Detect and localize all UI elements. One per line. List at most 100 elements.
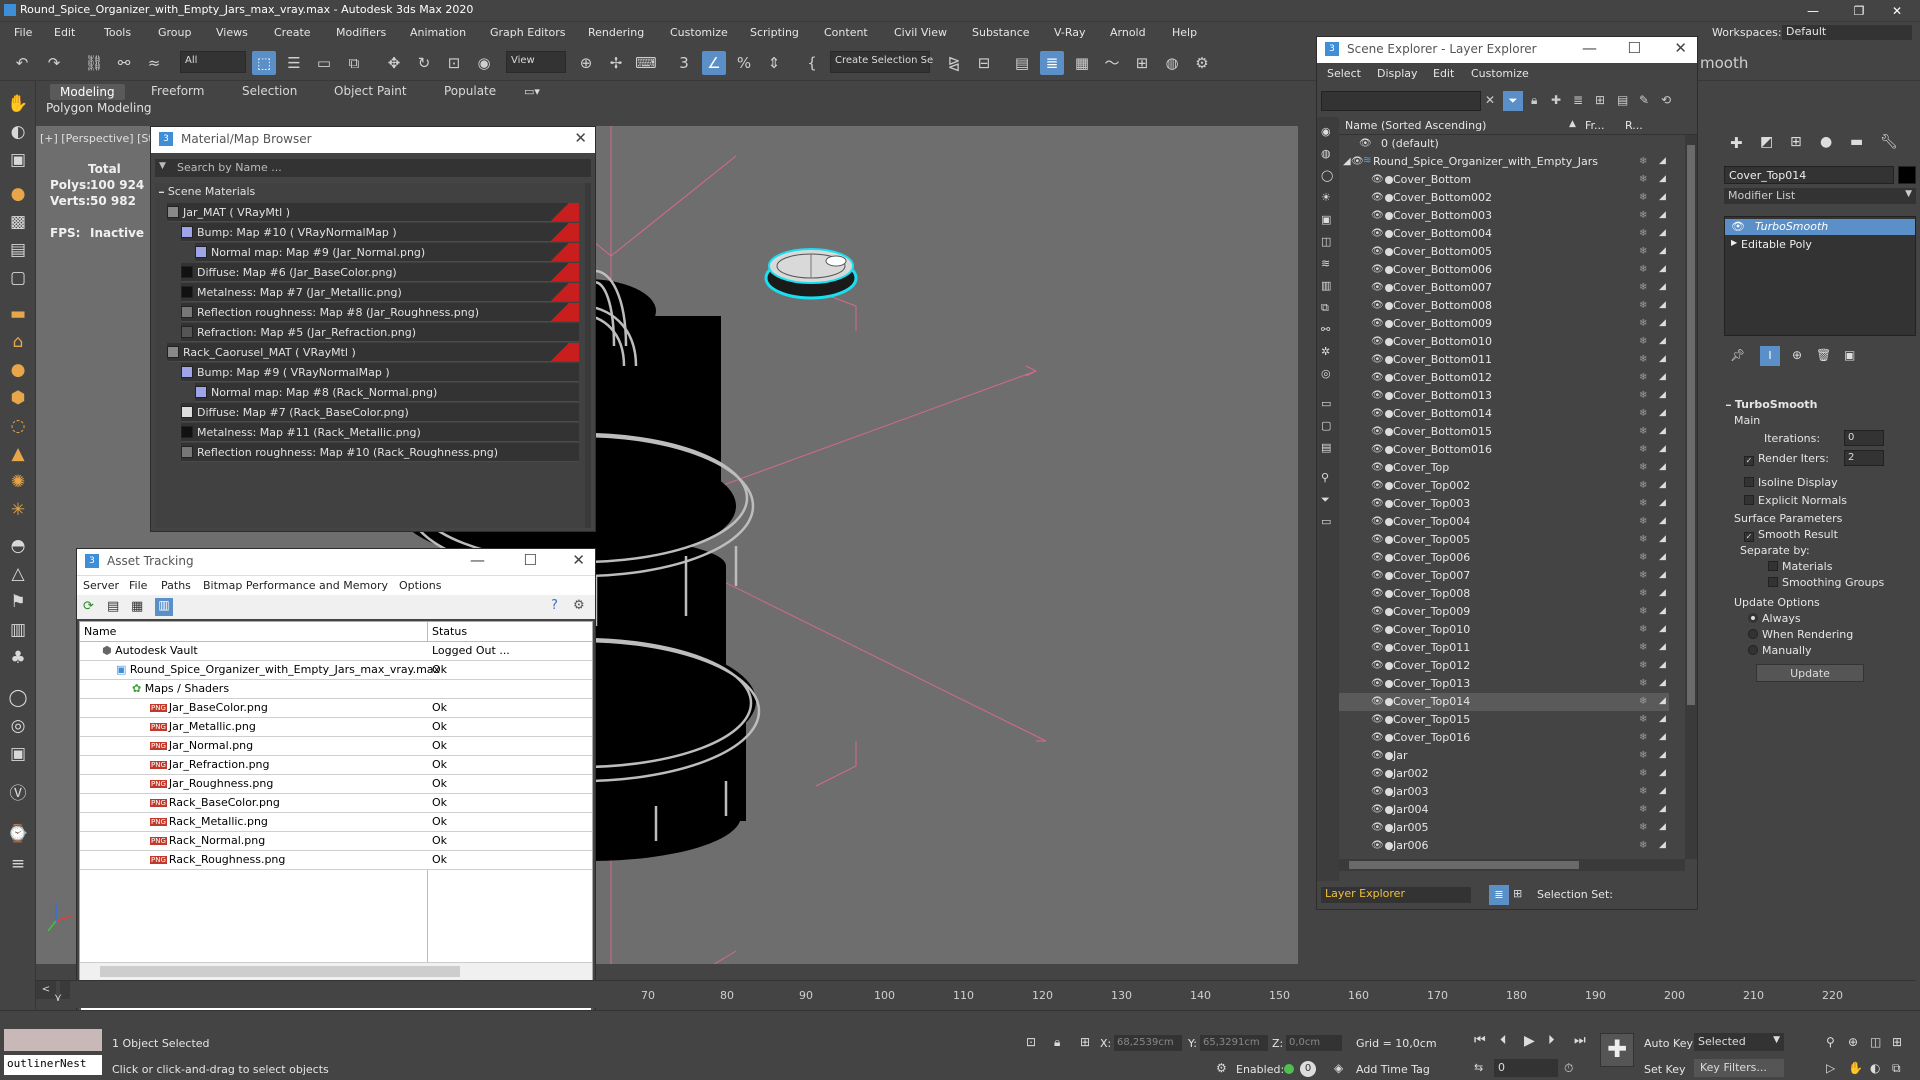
layer-explorer-dropdown[interactable]: Layer Explorer (1321, 887, 1471, 903)
tab-freeform[interactable]: Freeform (151, 84, 204, 98)
close-icon[interactable]: ✕ (1674, 39, 1687, 57)
explicit-normals-checkbox[interactable] (1744, 495, 1754, 505)
close-icon[interactable]: ✕ (574, 129, 587, 147)
minimize-icon[interactable]: — (1582, 39, 1597, 57)
freeze-icon[interactable]: ❄ (1639, 498, 1647, 509)
freeze-icon[interactable]: ❄ (1639, 462, 1647, 473)
renderable-icon[interactable]: ◢ (1659, 822, 1666, 832)
scene-tree-row[interactable]: 👁︎ Cover_Top004 ❄ ◢ (1339, 513, 1669, 531)
list-view-icon[interactable]: ▤ (107, 599, 119, 614)
freeze-icon[interactable]: ❄ (1639, 246, 1647, 257)
renderable-icon[interactable]: ◢ (1659, 678, 1666, 688)
visibility-eye-icon[interactable]: 👁︎ (1371, 552, 1384, 563)
visibility-eye-icon[interactable]: 👁︎ (1371, 534, 1384, 545)
asset-menu-paths[interactable]: Paths (161, 579, 191, 592)
snaps-toggle-icon[interactable]: 3 (672, 51, 696, 75)
asset-menu-bitmap[interactable]: Bitmap Performance and Memory (203, 579, 388, 592)
funnel-icon[interactable]: ⏷ (1321, 493, 1330, 507)
freeze-icon[interactable]: ❄ (1639, 714, 1647, 725)
renderable-icon[interactable]: ◢ (1659, 480, 1666, 490)
renderable-icon[interactable]: ◢ (1659, 588, 1666, 598)
freeze-icon[interactable]: ❄ (1639, 192, 1647, 203)
orbit-icon[interactable]: ◐ (5, 119, 31, 145)
box-icon[interactable]: ⌂ (5, 329, 31, 355)
light-icon[interactable]: ● (5, 181, 31, 207)
folder-icon[interactable]: ▭ (1321, 515, 1331, 528)
timeline-left-arrow[interactable]: < (36, 981, 56, 999)
visibility-eye-icon[interactable]: 👁︎ (1371, 480, 1384, 491)
visibility-eye-icon[interactable]: 👁︎ (1371, 336, 1384, 347)
renderable-icon[interactable]: ◢ (1659, 804, 1666, 814)
freeze-icon[interactable]: ❄ (1639, 480, 1647, 491)
renderable-icon[interactable]: ◢ (1659, 228, 1666, 238)
scene-search-input[interactable] (1321, 91, 1481, 111)
horizontal-scrollbar[interactable] (80, 962, 592, 980)
layer-explorer-icon[interactable]: ≣ (1040, 51, 1064, 75)
mirror-icon[interactable]: ⧎ (942, 51, 966, 75)
minimize-button[interactable]: — (1790, 0, 1836, 22)
burst-icon[interactable]: ✳ (5, 497, 31, 523)
figure-icon[interactable]: ⚑ (5, 589, 31, 615)
visibility-eye-icon[interactable]: 👁︎ (1371, 516, 1384, 527)
zoom-extents-icon[interactable]: ◫ (1870, 1035, 1881, 1049)
visibility-eye-icon[interactable]: 👁︎ (1371, 606, 1384, 617)
scene-menu-customize[interactable]: Customize (1471, 67, 1529, 80)
percent-snap-icon[interactable]: % (732, 51, 756, 75)
freeze-icon[interactable]: ❄ (1639, 228, 1647, 239)
expand-icon[interactable]: ◢ (1343, 156, 1351, 167)
scene-tree-row[interactable]: 👁︎ Cover_Top016 ❄ ◢ (1339, 729, 1669, 747)
scene-vertical-scrollbar[interactable] (1685, 135, 1697, 859)
renderable-icon[interactable]: ◢ (1659, 246, 1666, 256)
renderable-icon[interactable]: ◢ (1659, 714, 1666, 724)
lock-icon[interactable]: 🔒︎ (1531, 93, 1537, 108)
toggle-ribbon-icon[interactable]: ▦ (1070, 51, 1094, 75)
place-icon[interactable]: ◉ (472, 51, 496, 75)
freeze-icon[interactable]: ❄ (1639, 624, 1647, 635)
visibility-eye-icon[interactable]: 👁︎ (1371, 408, 1384, 419)
visibility-eye-icon[interactable]: 👁︎ (1371, 570, 1384, 581)
material-row[interactable]: Normal map: Map #8 (Rack_Normal.png) (195, 383, 579, 402)
freeze-icon[interactable]: ❄ (1639, 318, 1647, 329)
renderable-icon[interactable]: ◢ (1659, 624, 1666, 634)
window-crossing-icon[interactable]: ⧉ (342, 51, 366, 75)
freeze-icon[interactable]: ❄ (1639, 444, 1647, 455)
render-iters-row[interactable]: ✓ Render Iters: (1744, 452, 1829, 466)
scene-tree-row[interactable]: 👁︎ Jar002 ❄ ◢ (1339, 765, 1669, 783)
scene-tree-row[interactable]: 👁︎ Cover_Top010 ❄ ◢ (1339, 621, 1669, 639)
material-row[interactable]: Diffuse: Map #7 (Rack_BaseColor.png) (181, 403, 579, 422)
close-icon[interactable]: ✕ (572, 551, 585, 569)
enabled-indicator[interactable] (1284, 1064, 1294, 1074)
renderable-icon[interactable]: ◢ (1659, 372, 1666, 382)
col-render[interactable]: R... (1625, 119, 1643, 132)
object-color-swatch[interactable] (1898, 166, 1916, 184)
scene-materials-header[interactable]: ━ Scene Materials (159, 185, 255, 198)
move-icon[interactable]: ✥ (382, 51, 406, 75)
polygon-modeling-label[interactable]: Polygon Modeling (46, 101, 152, 115)
visibility-eye-icon[interactable]: 👁︎ (1371, 444, 1384, 455)
tab-populate[interactable]: Populate (444, 84, 496, 98)
display-all-icon[interactable]: ◉ (1321, 125, 1331, 138)
display-tab-icon[interactable]: ▬ (1850, 134, 1863, 150)
visibility-eye-icon[interactable]: 👁︎ (1371, 426, 1384, 437)
menu-help[interactable]: Help (1172, 26, 1197, 39)
table-row[interactable]: PNG Jar_BaseColor.png Ok (80, 699, 592, 718)
renderable-icon[interactable]: ◢ (1659, 408, 1666, 418)
freeze-icon[interactable]: ❄ (1639, 588, 1647, 599)
curve-editor-icon[interactable]: 〜 (1100, 51, 1124, 75)
scene-tree-row[interactable]: 👁︎ Jar003 ❄ ◢ (1339, 783, 1669, 801)
visibility-eye-icon[interactable]: 👁︎ (1371, 300, 1384, 311)
set-key-big-button[interactable]: ✚ (1600, 1033, 1634, 1067)
asset-menu-server[interactable]: Server (83, 579, 119, 592)
scene-tree-row[interactable]: 👁︎ Cover_Top015 ❄ ◢ (1339, 711, 1669, 729)
material-row[interactable]: Diffuse: Map #6 (Jar_BaseColor.png) (181, 263, 579, 282)
visibility-eye-icon[interactable]: 👁︎ (1371, 192, 1384, 203)
menu-edit[interactable]: Edit (54, 26, 75, 39)
torus-icon[interactable]: ◌ (5, 413, 31, 439)
renderable-icon[interactable]: ◢ (1659, 642, 1666, 652)
scene-tree-row[interactable]: 👁︎ Cover_Bottom014 ❄ ◢ (1339, 405, 1669, 423)
redo-icon[interactable]: ↷ (42, 51, 66, 75)
time-icon[interactable]: ⌚ (5, 821, 31, 847)
material-browser-titlebar[interactable]: 3 Material/Map Browser ✕ (151, 127, 595, 153)
workspaces-dropdown[interactable]: Default (1782, 25, 1912, 40)
visibility-eye-icon[interactable]: 👁︎ (1371, 174, 1384, 185)
